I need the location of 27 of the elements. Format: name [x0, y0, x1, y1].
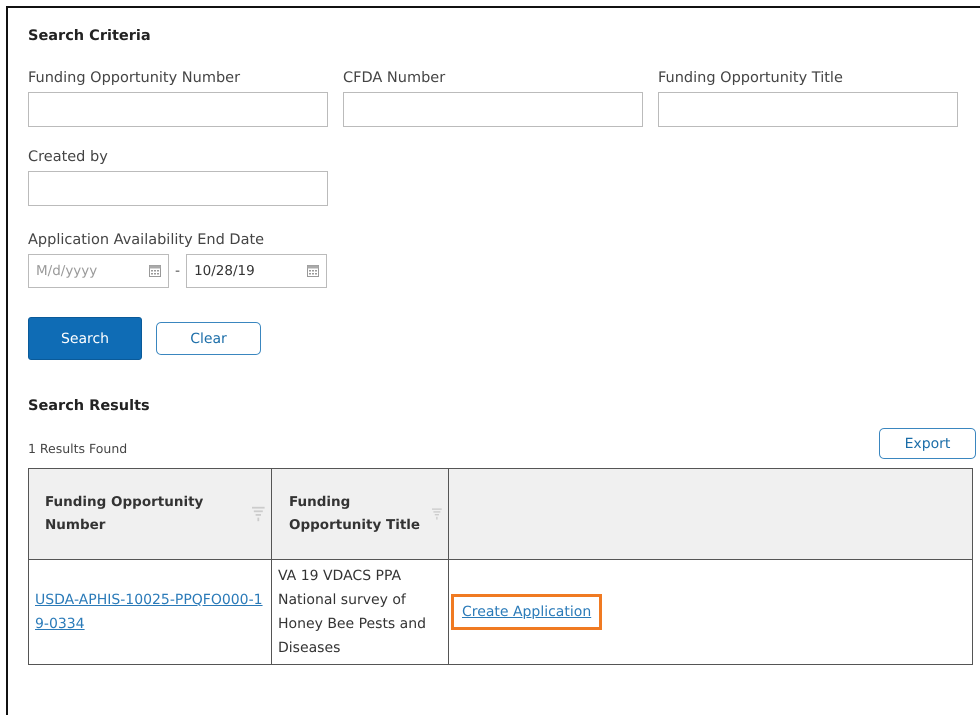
column-title: Funding Opportunity Title: [289, 493, 422, 535]
text-field[interactable]: [343, 92, 643, 127]
section-title: Search Results: [28, 398, 151, 414]
field-label: Application Availability End Date: [28, 232, 266, 248]
calendar-icon[interactable]: [149, 265, 161, 277]
opportunity-title: VA 19 VDACS PPA National survey of Honey Bee Pests and Diseases: [278, 568, 426, 656]
export-button[interactable]: Export: [879, 428, 976, 459]
range-separator: -: [175, 263, 180, 279]
filter-icon[interactable]: [252, 506, 265, 522]
field-label: CFDA Number: [343, 70, 446, 86]
calendar-icon[interactable]: [307, 265, 320, 277]
field-label: Created by: [28, 149, 109, 165]
results-count: 1 Results Found: [28, 441, 128, 458]
column-title: Funding Opportunity Number: [45, 493, 204, 535]
section-title: Search Criteria: [28, 28, 152, 44]
text-field[interactable]: [28, 92, 328, 127]
field-label: Funding Opportunity Number: [28, 70, 242, 86]
opportunity-link[interactable]: USDA-APHIS-10025-PPQFO000-19-0334: [35, 588, 265, 636]
date-field[interactable]: M/d/yyyy: [28, 254, 169, 288]
date-field[interactable]: 10/28/19: [186, 254, 328, 288]
search-button[interactable]: Search: [28, 317, 142, 360]
field-label: Funding Opportunity Title: [658, 70, 844, 86]
clear-button[interactable]: Clear: [156, 322, 261, 355]
text-field[interactable]: [28, 171, 328, 206]
text-field[interactable]: [658, 92, 958, 127]
create-application-link[interactable]: Create Application: [451, 594, 602, 630]
filter-icon[interactable]: [432, 506, 442, 522]
